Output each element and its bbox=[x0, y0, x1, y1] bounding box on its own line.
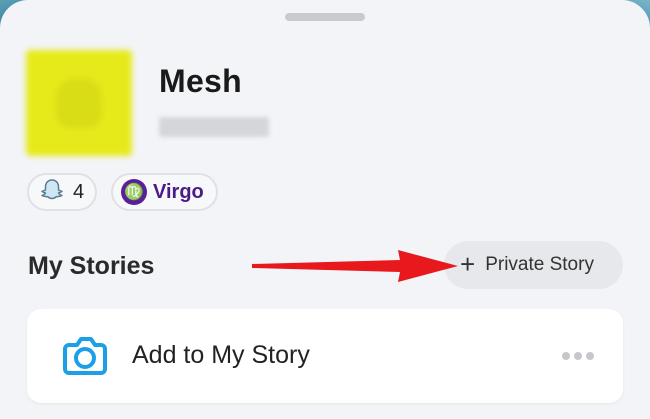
username-blurred bbox=[159, 117, 269, 137]
virgo-icon: ♍ bbox=[121, 179, 147, 205]
snap-score-value: 4 bbox=[73, 180, 85, 203]
private-story-label: Private Story bbox=[485, 254, 594, 275]
add-to-my-story-label: Add to My Story bbox=[132, 341, 310, 369]
red-arrow bbox=[252, 250, 458, 282]
camera-icon bbox=[60, 331, 110, 386]
plus-icon: + bbox=[460, 249, 476, 279]
add-to-my-story-card[interactable]: Add to My Story bbox=[27, 309, 623, 403]
more-icon[interactable] bbox=[562, 352, 594, 360]
private-story-button[interactable]: + Private Story bbox=[444, 241, 623, 289]
zodiac-label: Virgo bbox=[153, 180, 204, 203]
ghost-icon bbox=[39, 177, 65, 208]
sheet-drag-handle[interactable] bbox=[285, 13, 365, 21]
snap-score-pill[interactable]: 4 bbox=[27, 173, 97, 211]
profile-name: Mesh bbox=[159, 63, 242, 99]
profile-sheet: Mesh 4 ♍ Virgo My Stories + Private Stor… bbox=[0, 0, 650, 419]
avatar[interactable] bbox=[26, 50, 132, 156]
my-stories-title: My Stories bbox=[28, 252, 155, 280]
zodiac-pill[interactable]: ♍ Virgo bbox=[111, 173, 218, 211]
